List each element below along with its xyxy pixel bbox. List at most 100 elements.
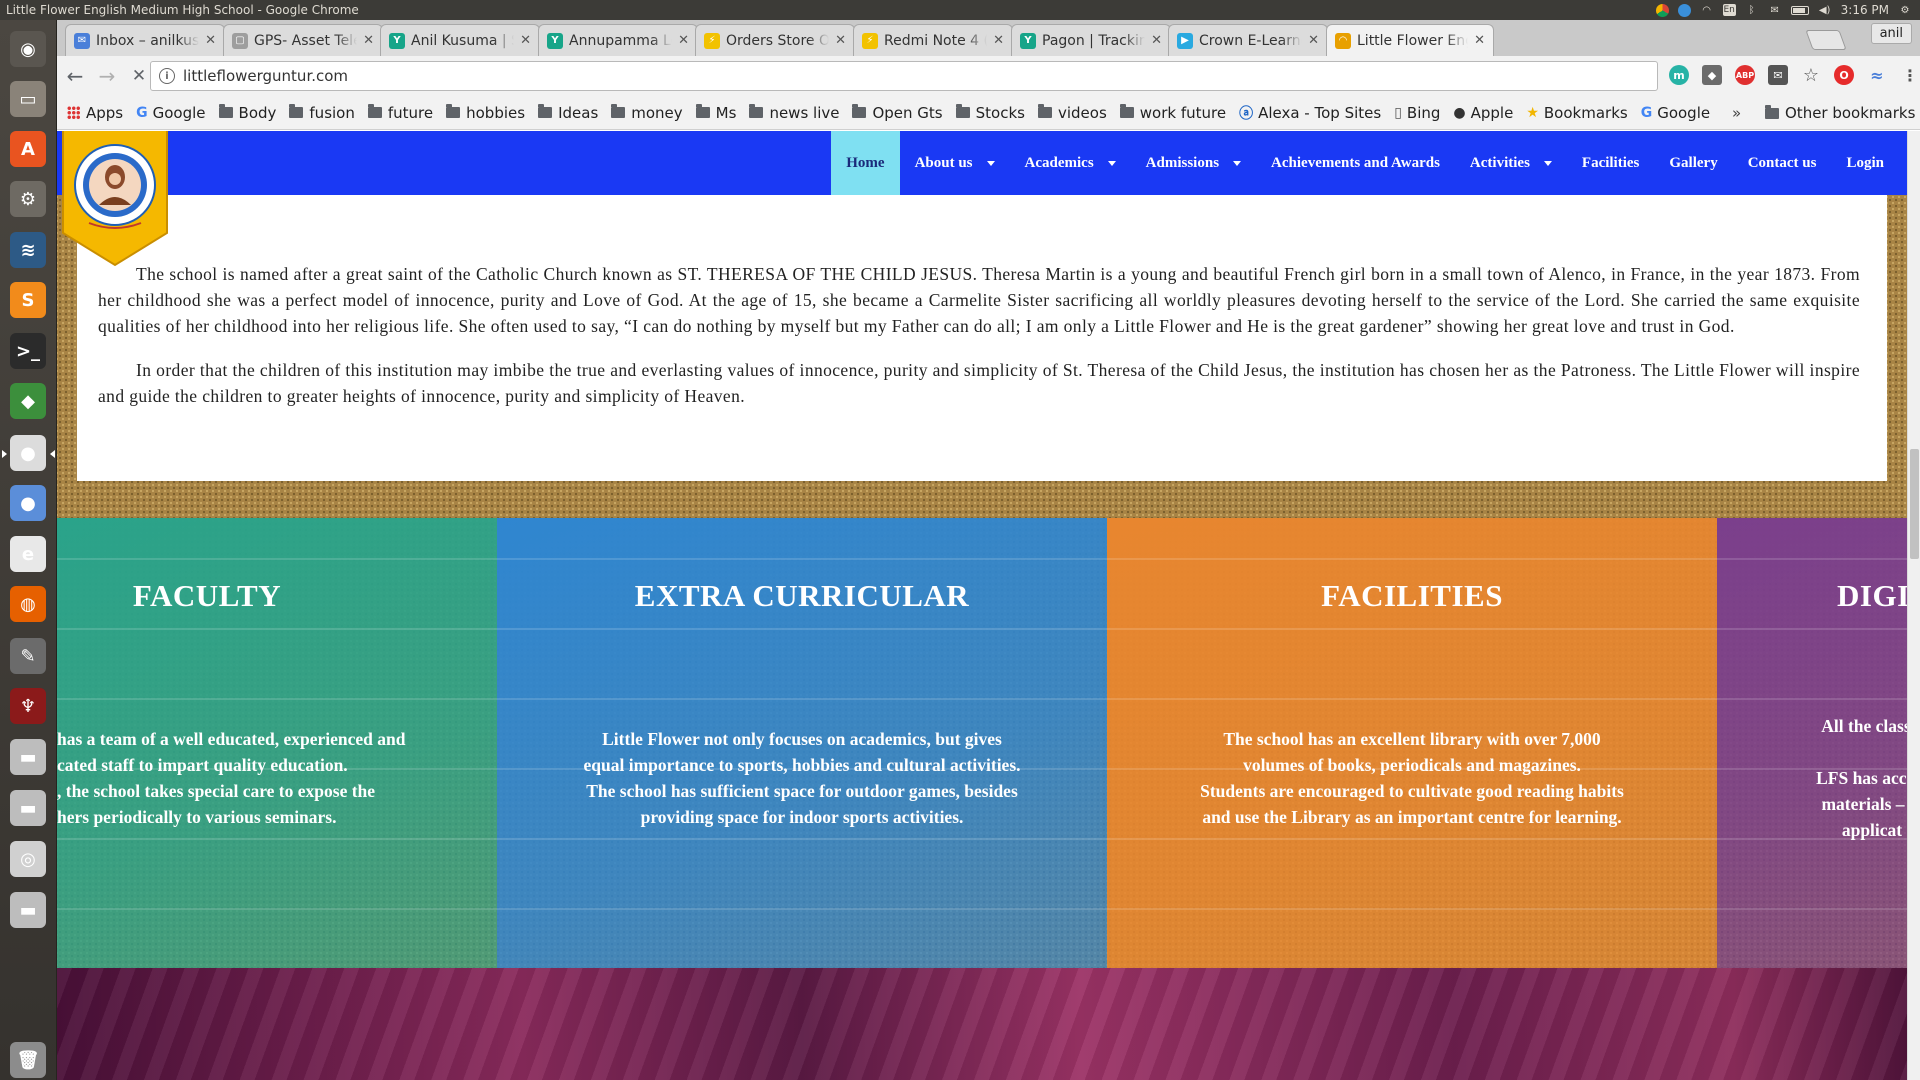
nav-item-activities[interactable]: Activities <box>1455 131 1567 195</box>
evince-icon[interactable]: e <box>5 531 51 577</box>
bookmark-item[interactable]: Stocks <box>955 104 1025 122</box>
android-studio-icon[interactable]: ◆ <box>5 378 51 424</box>
browser-tab[interactable]: ⚡ Orders Store Onlin ✕ <box>695 24 855 56</box>
chrome-icon[interactable]: ● <box>2 430 55 476</box>
school-logo[interactable] <box>61 131 169 267</box>
bookmark-item[interactable]: news live <box>749 104 839 122</box>
forward-arrow-icon[interactable]: → <box>93 62 121 90</box>
bookmark-item[interactable]: videos <box>1037 104 1107 122</box>
dvd-icon[interactable]: ◎ <box>5 836 51 882</box>
bookmark-item[interactable]: hobbies <box>446 104 525 122</box>
wifi-icon[interactable]: ◠ <box>1700 4 1714 16</box>
tab-close-icon[interactable]: ✕ <box>363 33 374 48</box>
wine-icon[interactable]: ♆ <box>5 683 51 729</box>
bookmark-item[interactable]: Apps <box>67 104 123 122</box>
system-settings-icon[interactable]: ⚙ <box>5 176 51 222</box>
drive-icon-2[interactable]: ▬ <box>5 785 51 831</box>
bookmark-item[interactable]: money <box>611 104 683 122</box>
terminal-icon[interactable]: >_ <box>5 328 51 374</box>
mysql-workbench-icon[interactable]: ≋ <box>5 227 51 273</box>
browser-tab[interactable]: ✉ Inbox – anilkusuma ✕ <box>65 24 225 56</box>
chrome-menu-icon[interactable]: ⋮ <box>1900 65 1920 85</box>
address-bar[interactable]: i littleflowerguntur.com <box>150 61 1658 91</box>
bookmark-item[interactable]: ⓐ Alexa - Top Sites <box>1239 103 1381 123</box>
browser-tab[interactable]: ▶ Crown E-Learner - A ✕ <box>1168 24 1328 56</box>
tab-close-icon[interactable]: ✕ <box>1474 33 1485 48</box>
bookmark-star-icon[interactable]: ☆ <box>1801 65 1821 86</box>
bookmark-item[interactable]: Ms <box>695 104 736 122</box>
chromium-icon[interactable]: ● <box>5 480 51 526</box>
nav-item-about-us[interactable]: About us <box>900 131 1010 195</box>
bookmark-item[interactable]: future <box>367 104 433 122</box>
keyboard-layout-indicator[interactable]: En <box>1722 4 1736 16</box>
extension-wave-icon[interactable]: ≈ <box>1867 65 1887 85</box>
nav-item-login[interactable]: Login <box>1831 131 1899 195</box>
tab-close-icon[interactable]: ✕ <box>993 33 1004 48</box>
nav-item-home[interactable]: Home <box>831 131 900 195</box>
nav-item-achievements-and-awards[interactable]: Achievements and Awards <box>1256 131 1455 195</box>
extension-mail-icon[interactable]: ✉ <box>1768 65 1788 85</box>
browser-tab[interactable]: Y Annupamma Lodge ✕ <box>538 24 698 56</box>
feature-panel-digi[interactable]: DIGI All the class rLFS has accessmateria… <box>1717 518 1907 968</box>
gimp-icon[interactable]: ✎ <box>5 633 51 679</box>
nav-item-admissions[interactable]: Admissions <box>1131 131 1256 195</box>
dash-home-icon[interactable]: ◉ <box>5 26 51 72</box>
sync-tray-icon[interactable] <box>1677 3 1691 17</box>
bookmark-item[interactable]: ▯ Bing <box>1394 104 1440 122</box>
site-info-icon[interactable]: i <box>159 68 175 84</box>
software-center-icon[interactable]: A <box>5 126 51 172</box>
bluetooth-icon[interactable]: ᛒ <box>1745 4 1759 16</box>
mail-icon[interactable]: ✉ <box>1768 4 1782 16</box>
tab-close-icon[interactable]: ✕ <box>1308 33 1319 48</box>
bookmark-item[interactable]: Open Gts <box>852 104 943 122</box>
extension-cube-icon[interactable]: ◆ <box>1702 65 1722 85</box>
stop-loading-icon[interactable]: ✕ <box>125 62 153 90</box>
browser-tab[interactable]: ⚡ Redmi Note 4 (Gold ✕ <box>853 24 1013 56</box>
bookmark-item[interactable]: Body <box>218 104 276 122</box>
nav-item-facilities[interactable]: Facilities <box>1567 131 1654 195</box>
bookmark-item[interactable]: work future <box>1119 104 1226 122</box>
page-scrollbar[interactable] <box>1907 131 1920 1080</box>
scrollbar-thumb[interactable] <box>1910 449 1919 559</box>
trash-icon[interactable]: 🗑 <box>5 1037 51 1080</box>
bookmark-item[interactable]: Ideas <box>538 104 598 122</box>
bookmark-item[interactable]: ★ Bookmarks <box>1526 104 1627 122</box>
bookmarks-overflow-chevron[interactable]: » <box>1732 104 1741 122</box>
back-arrow-icon[interactable]: ← <box>61 62 89 90</box>
bookmark-item[interactable]: G Google <box>136 104 205 122</box>
nav-item-contact-us[interactable]: Contact us <box>1733 131 1832 195</box>
browser-tab[interactable]: Y Anil Kusuma | Softw ✕ <box>380 24 540 56</box>
nav-item-academics[interactable]: Academics <box>1010 131 1131 195</box>
tab-close-icon[interactable]: ✕ <box>520 33 531 48</box>
clock[interactable]: 3:16 PM <box>1841 3 1889 17</box>
bookmark-item[interactable]: G Google <box>1641 104 1710 122</box>
browser-tab[interactable]: Y Pagon | Tracking So ✕ <box>1011 24 1171 56</box>
feature-panel-facilities[interactable]: FACILITIES The school has an excellent li… <box>1107 518 1717 968</box>
other-bookmarks[interactable]: Other bookmarks <box>1765 104 1915 122</box>
tab-close-icon[interactable]: ✕ <box>835 33 846 48</box>
tab-close-icon[interactable]: ✕ <box>1151 33 1162 48</box>
browser-tab[interactable]: ▢ GPS- Asset Telemat ✕ <box>223 24 383 56</box>
nav-item-gallery[interactable]: Gallery <box>1654 131 1732 195</box>
bookmark-item[interactable]: fusion <box>289 104 355 122</box>
browser-tab[interactable]: ◠ Little Flower Englis ✕ <box>1326 24 1494 56</box>
battery-icon[interactable] <box>1790 5 1809 15</box>
bookmark-item[interactable]: ● Apple <box>1453 104 1513 122</box>
tab-close-icon[interactable]: ✕ <box>678 33 689 48</box>
drive-icon[interactable]: ▬ <box>5 734 51 780</box>
power-gear-icon[interactable]: ⚙ <box>1898 4 1912 16</box>
feature-panel-faculty[interactable]: FACULTY has a team of a well educated, ex… <box>57 518 497 968</box>
new-tab-button[interactable] <box>1805 30 1847 50</box>
sublime-text-icon[interactable]: S <box>5 277 51 323</box>
drive-icon-3[interactable]: ▬ <box>5 887 51 933</box>
profile-button[interactable]: anil <box>1870 23 1912 44</box>
firefox-icon[interactable]: ◍ <box>5 581 51 627</box>
feature-panel-extra-curricular[interactable]: EXTRA CURRICULAR Little Flower not only f… <box>497 518 1107 968</box>
extension-m-icon[interactable]: m <box>1669 65 1689 85</box>
tab-close-icon[interactable]: ✕ <box>205 33 216 48</box>
chrome-tray-icon[interactable] <box>1655 3 1669 17</box>
volume-icon[interactable]: ◀) <box>1818 4 1832 16</box>
opera-vpn-icon[interactable]: O <box>1834 65 1854 85</box>
adblock-icon[interactable]: ABP <box>1735 65 1755 85</box>
files-icon[interactable]: ▭ <box>5 76 51 122</box>
